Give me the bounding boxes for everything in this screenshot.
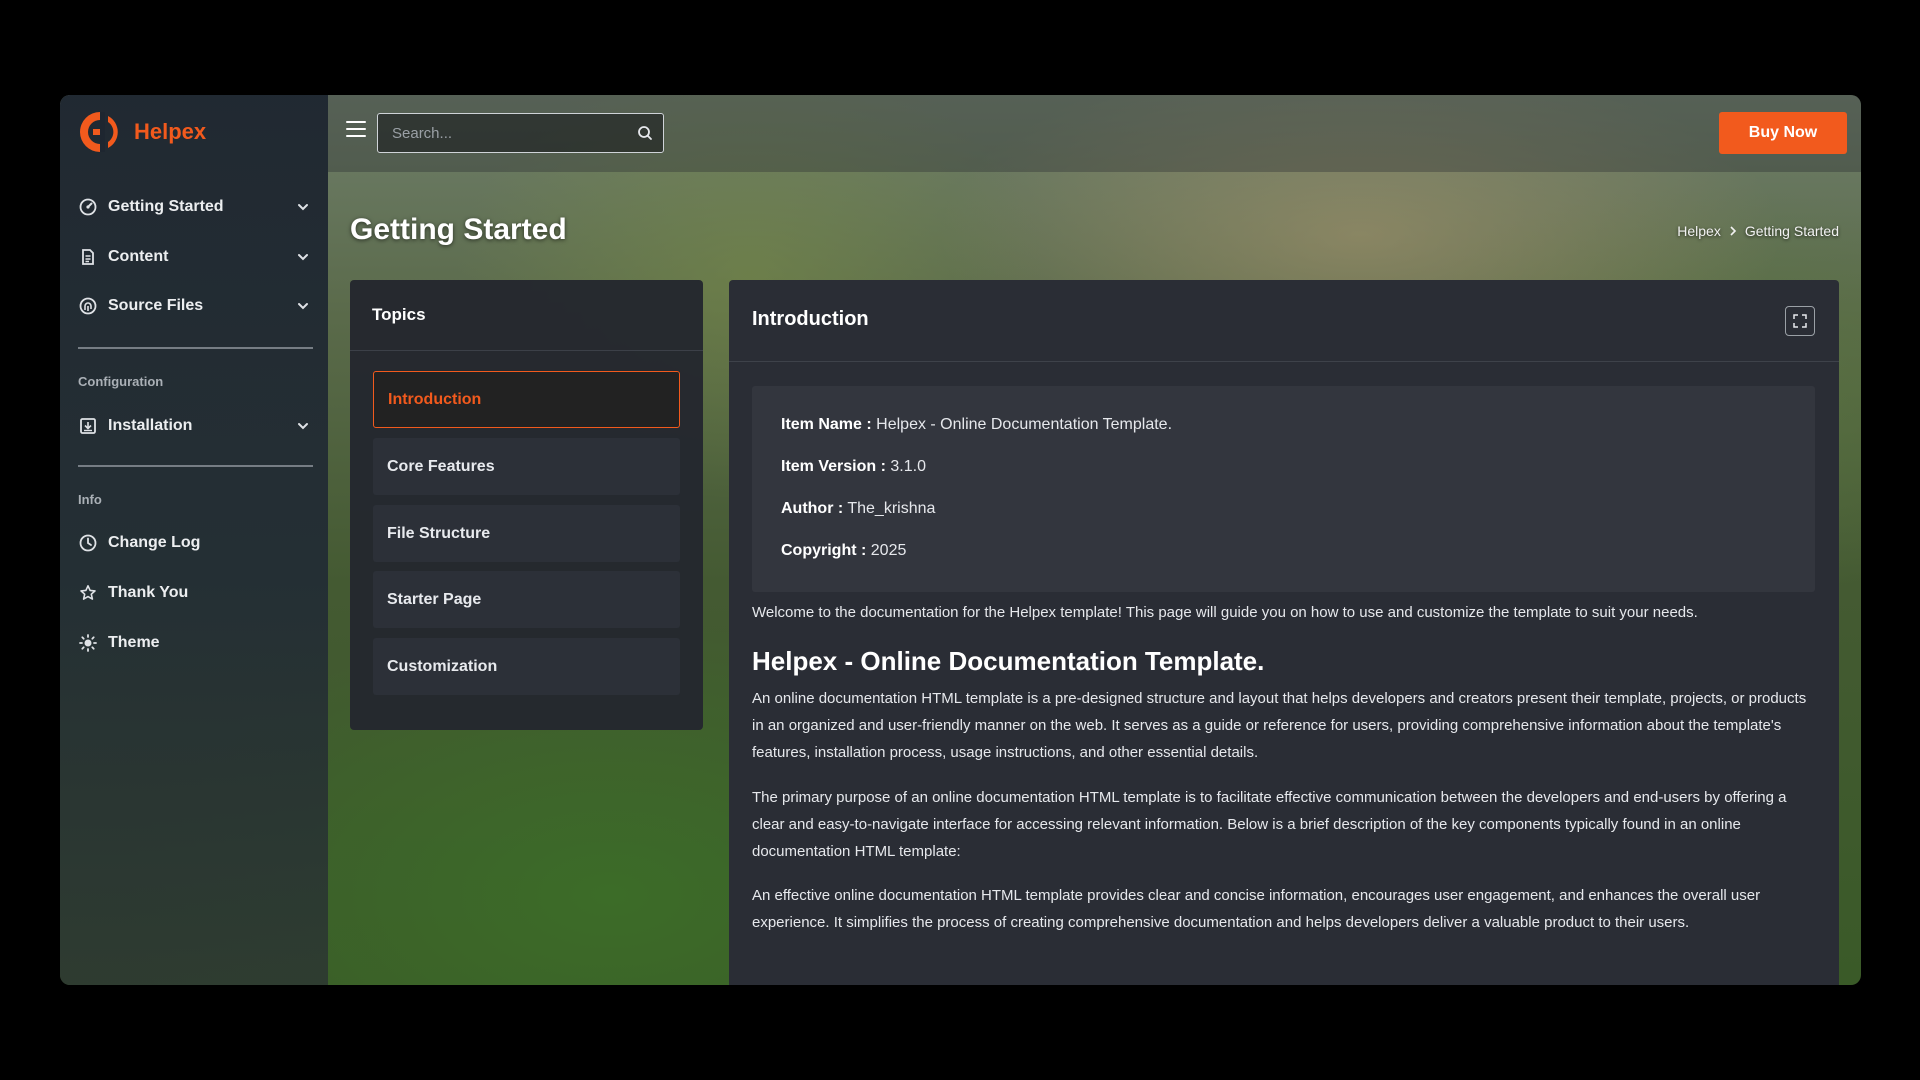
- info-item-version: Item Version : 3.1.0: [781, 458, 926, 475]
- item-info-box: Item Name : Helpex - Online Documentatio…: [752, 386, 1815, 592]
- paragraph-3: An effective online documentation HTML t…: [752, 887, 1761, 931]
- breadcrumb-current: Getting Started: [1744, 223, 1839, 239]
- sidebar-item-thank-you[interactable]: Thank You: [78, 579, 310, 607]
- breadcrumb-link-home[interactable]: Helpex: [1677, 223, 1721, 239]
- topic-file-structure[interactable]: File Structure: [373, 505, 680, 562]
- sidebar-item-getting-started[interactable]: Getting Started: [78, 193, 310, 221]
- fingerprint-icon: [78, 296, 98, 316]
- content-title: Introduction: [752, 308, 869, 330]
- section-label-configuration: Configuration: [78, 374, 164, 389]
- topbar: Buy Now: [328, 95, 1861, 172]
- clock-icon: [78, 533, 98, 553]
- logo[interactable]: Helpex: [78, 108, 206, 156]
- sidebar-item-label: Change Log: [108, 534, 201, 551]
- hamburger-menu-icon[interactable]: [346, 121, 366, 139]
- topic-customization[interactable]: Customization: [373, 638, 680, 695]
- page-title: Getting Started: [350, 213, 567, 246]
- topic-starter-page[interactable]: Starter Page: [373, 571, 680, 628]
- sidebar-item-label: Thank You: [108, 584, 189, 601]
- sidebar-item-source-files[interactable]: Source Files: [78, 292, 310, 320]
- chevron-down-icon: [298, 254, 308, 261]
- chevron-down-icon: [298, 303, 308, 310]
- sidebar-item-label: Theme: [108, 634, 160, 651]
- topics-panel: Topics Introduction Core Features File S…: [350, 280, 703, 730]
- star-icon: [78, 583, 98, 603]
- sun-icon: [78, 633, 98, 653]
- sidebar-divider: [78, 347, 313, 349]
- topics-title: Topics: [372, 305, 426, 324]
- sidebar-item-installation[interactable]: Installation: [78, 412, 310, 440]
- search-box: [377, 113, 664, 153]
- sidebar-item-change-log[interactable]: Change Log: [78, 529, 310, 557]
- welcome-text: Welcome to the documentation for the Hel…: [752, 604, 1698, 621]
- document-icon: [78, 247, 98, 267]
- search-icon[interactable]: [627, 114, 663, 152]
- paragraph-1: An online documentation HTML template is…: [752, 690, 1807, 761]
- chevron-down-icon: [298, 423, 308, 430]
- info-item-name: Item Name : Helpex - Online Documentatio…: [781, 416, 1173, 433]
- topic-core-features[interactable]: Core Features: [373, 438, 680, 495]
- chevron-right-icon: [1730, 226, 1736, 236]
- chevron-down-icon: [298, 204, 308, 211]
- helpex-logo-icon: [78, 108, 126, 156]
- sidebar-item-label: Content: [108, 248, 169, 265]
- app-window: Helpex Getting Started Content Source Fi…: [60, 95, 1861, 985]
- sidebar: Helpex Getting Started Content Source Fi…: [60, 95, 328, 985]
- info-copyright: Copyright : 2025: [781, 542, 907, 559]
- content-panel: Introduction Item Name : Helpex - Online…: [729, 280, 1839, 985]
- paragraph-2: The primary purpose of an online documen…: [752, 789, 1787, 860]
- topic-introduction[interactable]: Introduction: [373, 371, 680, 428]
- sidebar-item-label: Installation: [108, 417, 193, 434]
- breadcrumb: Helpex Getting Started: [1677, 223, 1839, 239]
- section-heading: Helpex - Online Documentation Template.: [752, 646, 1265, 676]
- search-input[interactable]: [378, 114, 627, 152]
- fullscreen-button[interactable]: [1785, 306, 1815, 336]
- sidebar-item-label: Getting Started: [108, 198, 224, 215]
- speedometer-icon: [78, 197, 98, 217]
- content-header: Introduction: [729, 280, 1839, 362]
- install-icon: [78, 416, 98, 436]
- sidebar-item-label: Source Files: [108, 297, 204, 314]
- section-label-info: Info: [78, 492, 102, 507]
- buy-now-button[interactable]: Buy Now: [1719, 112, 1847, 154]
- sidebar-item-theme[interactable]: Theme: [78, 629, 310, 657]
- sidebar-divider: [78, 465, 313, 467]
- sidebar-item-content[interactable]: Content: [78, 243, 310, 271]
- brand-name: Helpex: [134, 119, 207, 144]
- expand-icon: [1793, 314, 1807, 328]
- topics-divider: [350, 350, 703, 351]
- info-author: Author : The_krishna: [781, 500, 936, 517]
